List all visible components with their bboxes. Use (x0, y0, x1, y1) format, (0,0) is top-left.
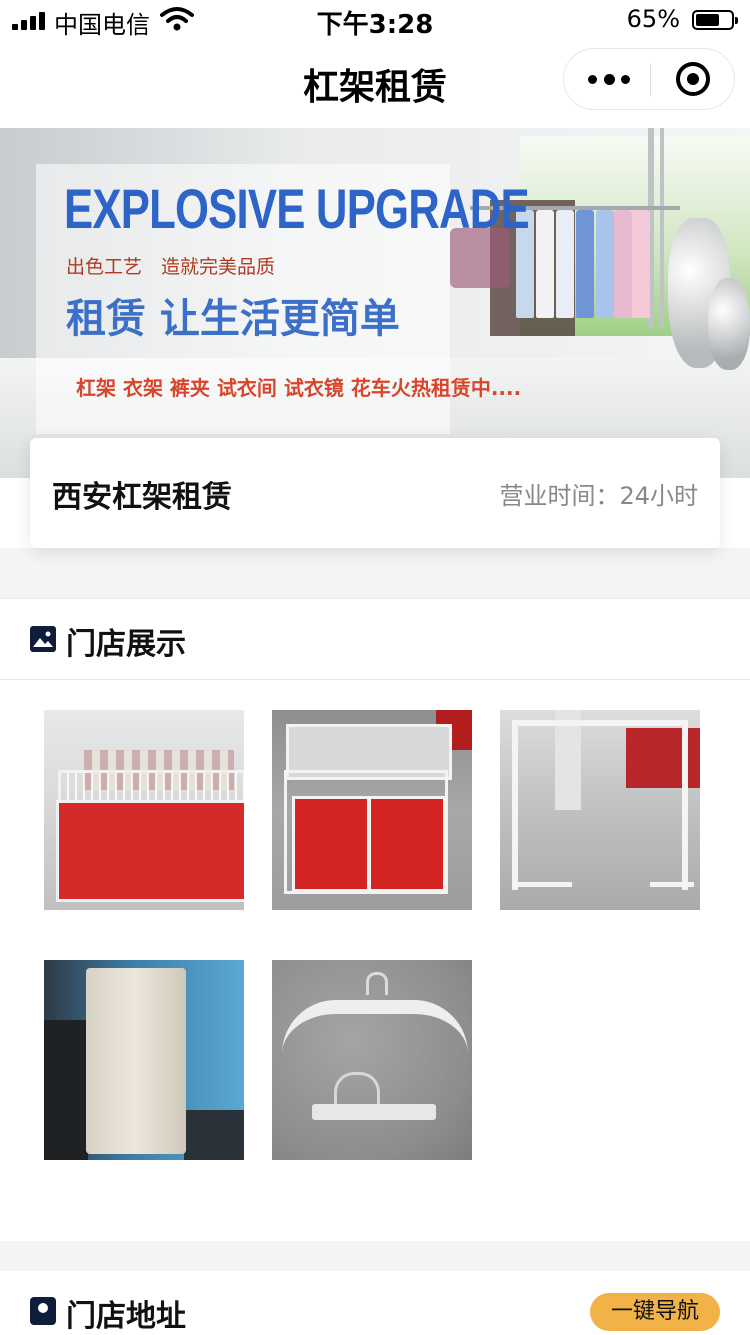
gallery-photo-display-counter[interactable] (44, 710, 244, 910)
store-gallery (0, 680, 750, 1240)
gallery-section-title: 门店展示 (66, 627, 186, 662)
location-pin-icon (30, 1297, 56, 1325)
promo-banner[interactable]: EXPLOSIVE UPGRADE 出色工艺 造就完美品质 租赁 让生活更简单 … (0, 128, 750, 478)
gallery-photo-fitting-room[interactable] (44, 960, 244, 1160)
banner-subtitle: 出色工艺 造就完美品质 (66, 256, 276, 278)
store-info-card: 西安杠架租赁 营业时间：24小时 (30, 438, 720, 548)
banner-product-line: 杠架 衣架 裤夹 试衣间 试衣镜 花车火热租赁中.... (76, 376, 522, 400)
address-section-header: 门店地址 一键导航 (0, 1271, 750, 1334)
more-icon[interactable] (588, 71, 630, 89)
battery-percent: 65% (626, 5, 680, 33)
gallery-photo-clothing-rail[interactable] (500, 710, 700, 910)
status-bar: 中国电信 下午3:28 65% (0, 0, 750, 40)
business-hours: 营业时间：24小时 (499, 482, 698, 510)
banner-headline: EXPLOSIVE UPGRADE (64, 177, 530, 240)
close-target-icon[interactable] (676, 62, 710, 96)
gallery-photo-promo-cart[interactable] (272, 710, 472, 910)
store-name: 西安杠架租赁 (52, 480, 232, 515)
gallery-section-header: 门店展示 (0, 599, 750, 679)
mini-program-capsule (563, 48, 735, 110)
address-section-title: 门店地址 (66, 1299, 186, 1334)
gallery-photo-hanger[interactable] (272, 960, 472, 1160)
banner-slogan: 租赁 让生活更简单 (66, 296, 400, 342)
image-icon (30, 626, 56, 652)
navigate-button[interactable]: 一键导航 (590, 1293, 720, 1331)
battery-icon (692, 10, 738, 30)
navigation-bar: 杠架租赁 (0, 40, 750, 128)
